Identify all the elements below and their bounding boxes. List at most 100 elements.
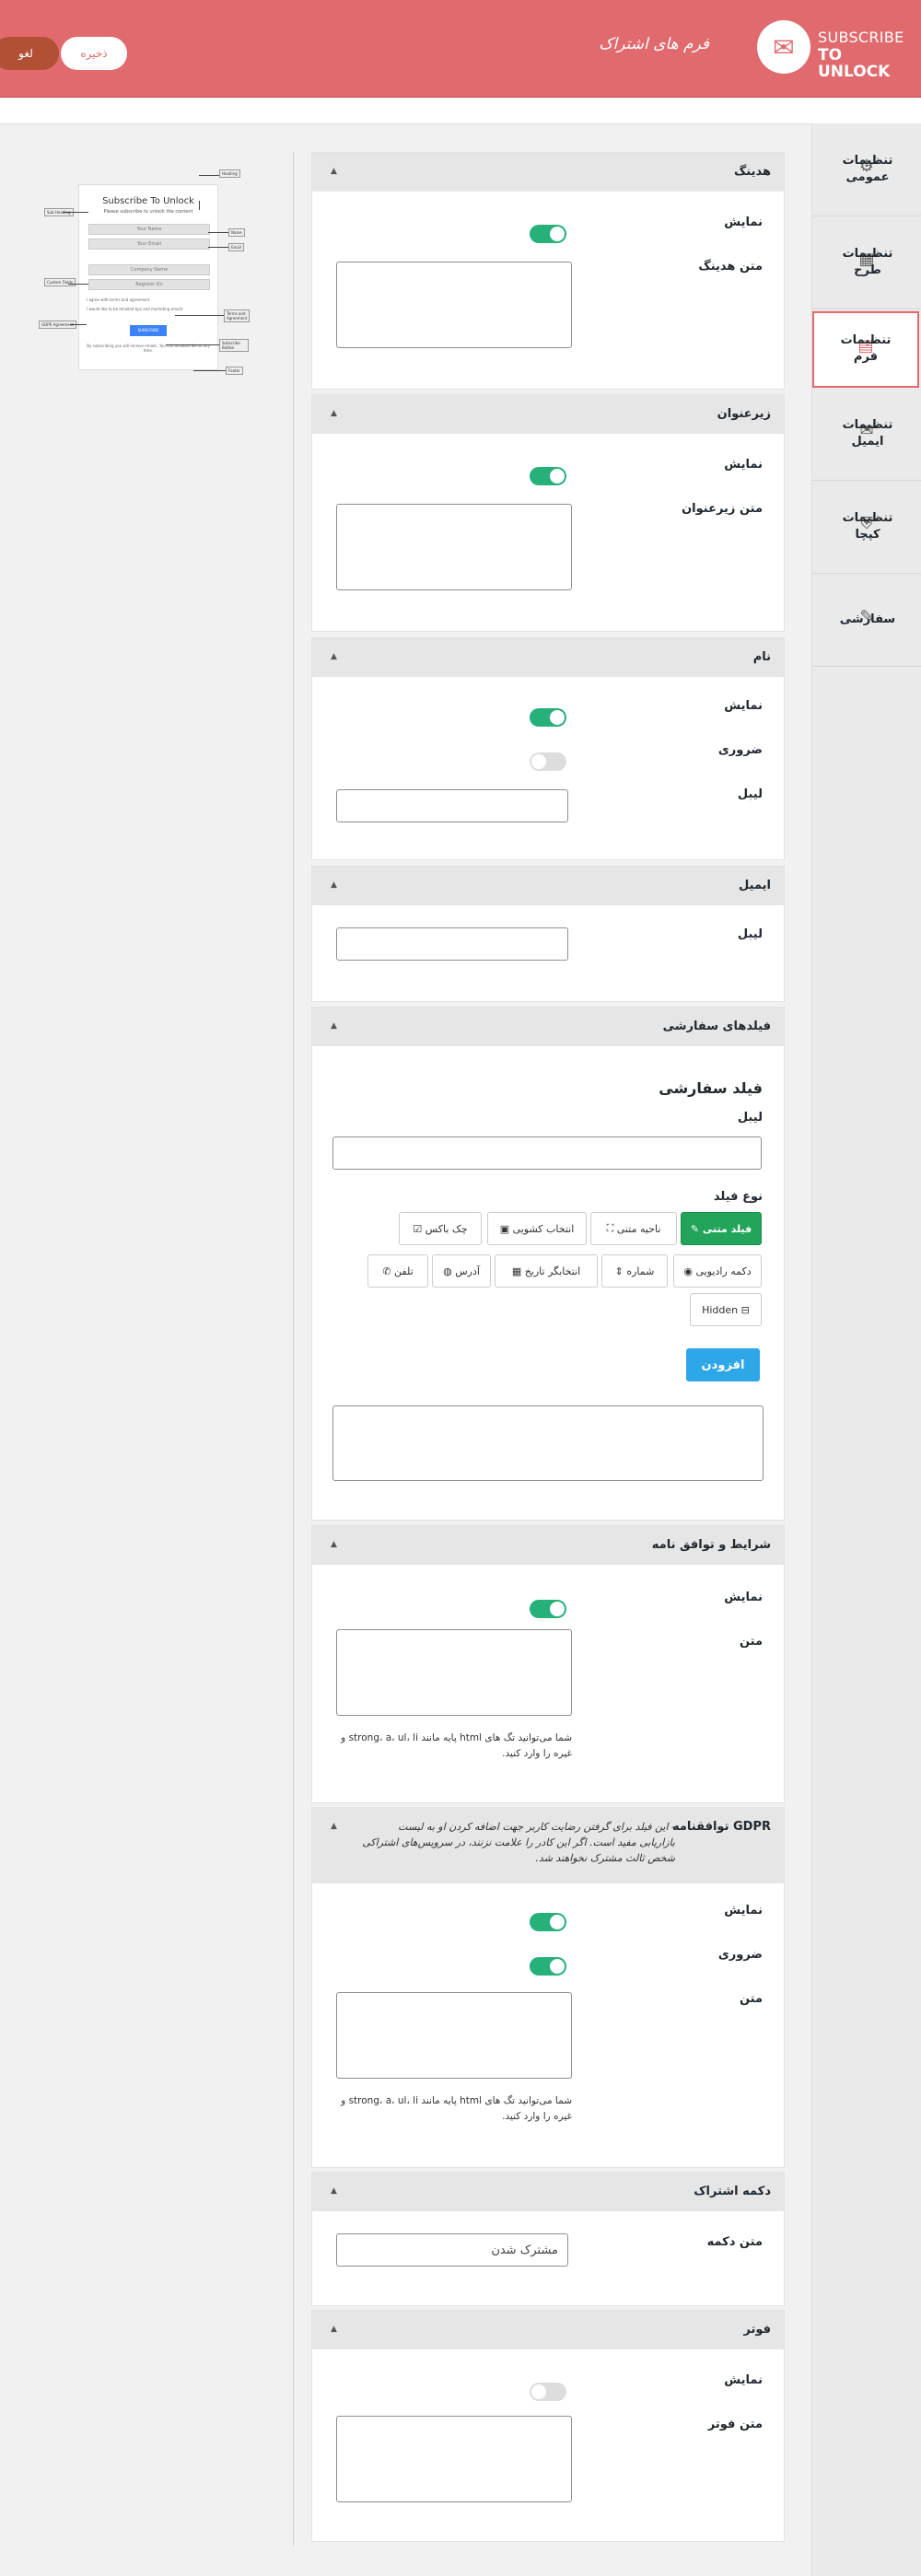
sidebar-item-email[interactable]: ✉ تنظیمات ایمیل bbox=[812, 388, 921, 481]
terms-textarea[interactable] bbox=[336, 1629, 572, 1716]
panel-header[interactable]: توافقنامه GDPR - این فیلد برای گرفتن رضا… bbox=[312, 1808, 784, 1883]
show-label: نمایش bbox=[724, 1904, 763, 1917]
brand-line1: SUBSCRIBE bbox=[818, 29, 904, 46]
panel-header[interactable]: زیرعنوان ▲ bbox=[312, 395, 784, 434]
panel-email: ایمیل ▲ لیبل bbox=[311, 866, 785, 1002]
type-number-button[interactable]: ⇕ شماره bbox=[601, 1254, 668, 1288]
show-toggle[interactable] bbox=[530, 467, 566, 485]
cancel-button[interactable]: لغو bbox=[0, 37, 59, 70]
panel-gdpr: توافقنامه GDPR - این فیلد برای گرفتن رضا… bbox=[311, 1807, 785, 2168]
type-address-button[interactable]: ◍ آدرس bbox=[432, 1254, 491, 1288]
panel-footer: فوتر ▲ نمایش متن فوتر bbox=[311, 2310, 785, 2542]
save-button[interactable]: ذخیره bbox=[61, 37, 127, 70]
label-label: لیبل bbox=[737, 927, 763, 941]
panel-header[interactable]: هدینگ ▲ bbox=[312, 153, 784, 192]
type-phone-button[interactable]: ✆ تلفن bbox=[367, 1254, 428, 1288]
collapse-arrow-icon[interactable]: ▲ bbox=[331, 1021, 337, 1031]
type-datepicker-button[interactable]: ▦ انتخابگر تاریخ bbox=[495, 1254, 598, 1288]
panel-header[interactable]: ایمیل ▲ bbox=[312, 867, 784, 905]
sidebar-item-form[interactable]: ▤ تنظیمات فرم bbox=[812, 311, 919, 388]
subheading-textarea[interactable] bbox=[336, 504, 572, 590]
footer-textarea[interactable] bbox=[336, 2416, 572, 2502]
type-textarea-button[interactable]: ⛶ ناحیه متنی bbox=[590, 1212, 677, 1245]
panel-subscribe-button: دکمه اشتراک ▲ متن دکمه مشترک شدن bbox=[311, 2172, 785, 2306]
settings-sidebar: ⚙ تنظیمات عمومی ▦ تنظیمات طرح ▤ تنظیمات … bbox=[811, 123, 921, 2576]
expand-icon: ⛶ bbox=[606, 1222, 617, 1234]
show-toggle[interactable] bbox=[530, 225, 566, 243]
terms-hint: شما می‌توانید تگ های html پایه مانند str… bbox=[341, 1732, 572, 1759]
gdpr-note: - این فیلد برای گرفتن رضایت کاربر جهت اض… bbox=[362, 1821, 675, 1864]
panel-title: توافقنامه GDPR bbox=[671, 1820, 771, 1834]
show-toggle[interactable] bbox=[530, 2383, 566, 2401]
name-label-input[interactable] bbox=[336, 789, 568, 822]
collapse-arrow-icon[interactable]: ▲ bbox=[331, 1822, 337, 1831]
gdpr-textarea[interactable] bbox=[336, 1992, 572, 2079]
phone-icon: ✆ bbox=[382, 1265, 395, 1277]
collapse-arrow-icon[interactable]: ▲ bbox=[331, 880, 337, 890]
show-toggle[interactable] bbox=[530, 1913, 566, 1931]
panel-header[interactable]: شرایط و توافق نامه ▲ bbox=[312, 1526, 784, 1565]
heading-textarea[interactable] bbox=[336, 262, 572, 348]
type-text-field-button[interactable]: ✎ فیلد متنی bbox=[681, 1212, 762, 1245]
required-label: ضروری bbox=[717, 1948, 763, 1962]
collapse-arrow-icon[interactable]: ▲ bbox=[331, 409, 337, 418]
sub-bar bbox=[0, 98, 921, 124]
sidebar-item-label: تنظیمات طرح bbox=[842, 247, 893, 277]
sidebar-item-captcha[interactable]: ⛨ تنظیمات کپچا bbox=[812, 481, 921, 574]
type-hidden-button[interactable]: Hidden ⊟ bbox=[690, 1293, 762, 1326]
button-text-label: متن دکمه bbox=[706, 2235, 763, 2249]
show-toggle[interactable] bbox=[530, 708, 566, 727]
connector-line bbox=[68, 284, 88, 285]
preview-card: Subscribe To Unlock Please subscribe to … bbox=[78, 184, 218, 370]
brand-logo: ✉ SUBSCRIBE TO UNLOCK bbox=[757, 20, 904, 80]
divider bbox=[293, 152, 294, 2547]
required-toggle[interactable] bbox=[530, 1957, 566, 1976]
text-label: متن bbox=[739, 1635, 763, 1649]
sidebar-item-design[interactable]: ▦ تنظیمات طرح bbox=[812, 216, 921, 309]
brand-line2: TO UNLOCK bbox=[818, 46, 891, 81]
button-text-input[interactable]: مشترک شدن bbox=[336, 2233, 568, 2267]
globe-icon: ◍ bbox=[443, 1265, 456, 1277]
panel-title: نام bbox=[752, 650, 771, 664]
preview-company-field: Company Name bbox=[88, 264, 210, 275]
show-label: نمایش bbox=[724, 2373, 763, 2387]
collapse-arrow-icon[interactable]: ▲ bbox=[331, 167, 337, 176]
tag-footer: Footer bbox=[226, 367, 243, 375]
type-dropdown-button[interactable]: ▣ انتخاب کشویی bbox=[487, 1212, 587, 1245]
show-label: نمایش bbox=[724, 458, 763, 472]
calendar-icon: ▦ bbox=[511, 1265, 525, 1277]
required-toggle[interactable] bbox=[530, 752, 566, 771]
label-label: لیبل bbox=[737, 787, 763, 801]
sidebar-item-label: تنظیمات فرم bbox=[840, 333, 892, 364]
show-toggle[interactable] bbox=[530, 1600, 566, 1618]
tag-email: Email bbox=[228, 243, 245, 251]
collapse-arrow-icon[interactable]: ▲ bbox=[331, 652, 337, 661]
collapse-arrow-icon[interactable]: ▲ bbox=[331, 1540, 337, 1549]
sidebar-item-general[interactable]: ⚙ تنظیمات عمومی bbox=[812, 123, 921, 216]
connector-line bbox=[193, 370, 226, 371]
panel-title: دکمه اشتراک bbox=[694, 2185, 771, 2198]
connector-line bbox=[166, 344, 219, 345]
type-radio-button[interactable]: ◉ دکمه رادیویی bbox=[673, 1254, 762, 1288]
sidebar-item-custom[interactable]: ✎ سفارشی bbox=[812, 574, 921, 667]
sidebar-item-label: تنظیمات عمومی bbox=[842, 154, 893, 184]
tag-heading: Heading bbox=[219, 169, 240, 178]
custom-label-input[interactable] bbox=[332, 1136, 762, 1170]
preview-register-field: Register On bbox=[88, 279, 210, 290]
sidebar-item-label: تنظیمات ایمیل bbox=[842, 418, 893, 449]
collapse-arrow-icon[interactable]: ▲ bbox=[331, 2186, 337, 2196]
text-label: متن هدینگ bbox=[698, 260, 763, 274]
panel-header[interactable]: فیلدهای سفارشی ▲ bbox=[312, 1008, 784, 1046]
add-field-button[interactable]: افزودن bbox=[686, 1348, 760, 1381]
text-label: متن زیرعنوان bbox=[682, 502, 763, 516]
panel-header[interactable]: نام ▲ bbox=[312, 638, 784, 677]
panel-header[interactable]: دکمه اشتراک ▲ bbox=[312, 2173, 784, 2211]
collapse-arrow-icon[interactable]: ▲ bbox=[331, 2325, 337, 2334]
email-label-input[interactable] bbox=[336, 927, 568, 961]
type-checkbox-button[interactable]: ☑ چک باکس bbox=[399, 1212, 482, 1245]
page-title: فرم های اشتراک bbox=[599, 35, 709, 53]
panel-header[interactable]: فوتر ▲ bbox=[312, 2311, 784, 2349]
sidebar-item-label: سفارشی bbox=[839, 612, 896, 626]
tag-custom-fields: Custom Fields bbox=[44, 278, 76, 286]
preview-terms: I agree with terms and agreement bbox=[87, 297, 150, 302]
